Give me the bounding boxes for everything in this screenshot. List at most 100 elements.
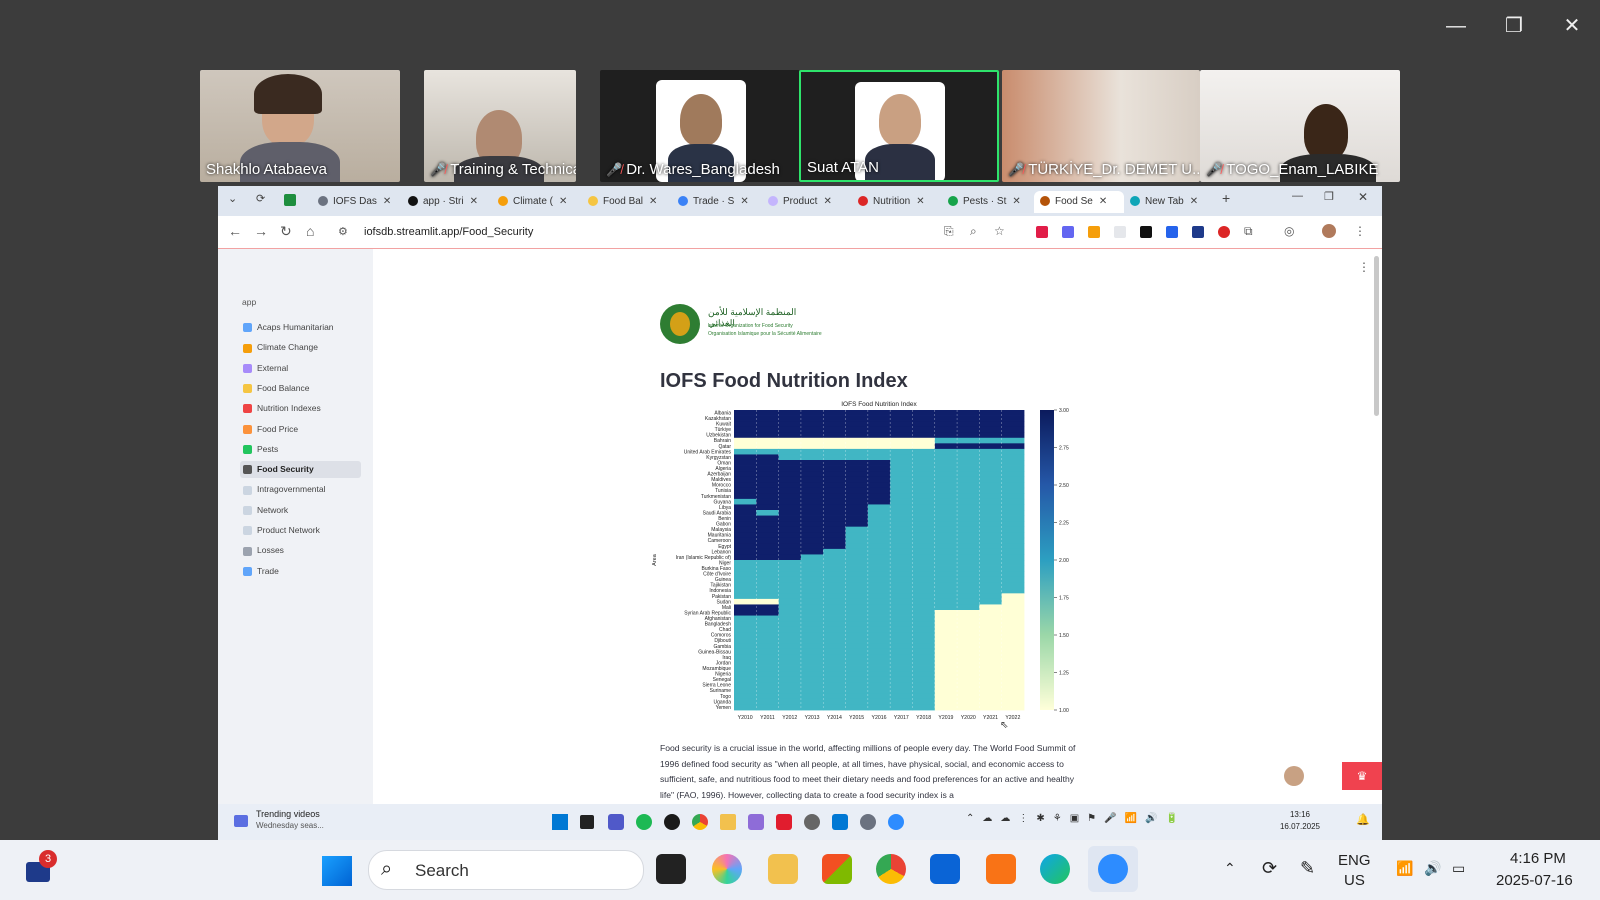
sidebar-item[interactable]: Intragovernmental <box>240 481 361 498</box>
remote-chrome-icon[interactable] <box>692 814 708 830</box>
zoom-icon[interactable]: ⌕ <box>970 224 977 239</box>
home-icon[interactable]: ⌂ <box>306 223 314 239</box>
remote-taskview-icon[interactable] <box>580 815 594 829</box>
remote-tray-icons[interactable]: ⌃☁☁⋮✱⚘▣⚑🎤📶🔊🔋 <box>966 813 1186 824</box>
outlook-icon[interactable] <box>930 854 960 884</box>
sync-status-icon[interactable]: ⟳ <box>1262 858 1277 879</box>
streamlit-crown-icon[interactable]: ♛ <box>1342 762 1382 790</box>
browser-tab[interactable]: Pests · St ✕ <box>942 191 1032 213</box>
news-widget-title[interactable]: Trending videos <box>256 809 320 819</box>
extension-icon[interactable] <box>1166 226 1178 238</box>
profile-avatar[interactable] <box>1322 224 1336 238</box>
volume-icon[interactable]: 🔊 <box>1424 860 1441 877</box>
participant-tile[interactable]: Shakhlo Atabaeva <box>200 70 400 182</box>
restore-icon[interactable]: ❐ <box>1496 12 1532 40</box>
sidebar-item[interactable]: Nutrition Indexes <box>240 400 361 417</box>
close-icon[interactable]: ✕ <box>1554 12 1590 40</box>
browser-tab[interactable]: New Tab ✕ <box>1124 191 1214 213</box>
browser-tab[interactable]: Nutrition ✕ <box>852 191 942 213</box>
sidebar-item[interactable]: Climate Change <box>240 339 361 356</box>
participant-tile[interactable]: 🎤̸ Dr. Wares_Bangladesh <box>600 70 800 182</box>
sync-icon[interactable]: ⟳ <box>256 192 265 205</box>
participant-tile-active[interactable]: Suat ATAN <box>799 70 999 182</box>
remote-clock-date[interactable]: 16.07.2025 <box>1276 822 1324 831</box>
language-code[interactable]: ENG <box>1338 852 1371 869</box>
sidebar-item[interactable]: Food Balance <box>240 380 361 397</box>
tab-list-chevron-icon[interactable]: ⌄ <box>228 192 237 205</box>
tab-close-icon[interactable]: ✕ <box>1099 196 1107 207</box>
url-input[interactable]: iofsdb.streamlit.app/Food_Security <box>364 226 533 238</box>
extension-icon[interactable] <box>1192 226 1204 238</box>
browser-tab[interactable]: IOFS Das ✕ <box>312 191 402 213</box>
browser-tab[interactable]: Climate (✕ <box>492 191 582 213</box>
page-scrollbar[interactable] <box>1374 256 1379 416</box>
browser-tab[interactable]: Food Bal ✕ <box>582 191 672 213</box>
new-tab-button[interactable]: + <box>1222 190 1230 206</box>
media-icon[interactable]: ◎ <box>1284 224 1294 238</box>
extension-icon[interactable] <box>1140 226 1152 238</box>
tab-close-icon[interactable]: ✕ <box>559 196 567 207</box>
participant-tile[interactable]: 🎤̸ TÜRKİYE_Dr. DEMET U... <box>1002 70 1200 182</box>
tab-close-icon[interactable]: ✕ <box>1012 196 1020 207</box>
edge-icon[interactable] <box>1040 854 1070 884</box>
remote-app-icon[interactable] <box>664 814 680 830</box>
forward-icon[interactable]: → <box>254 223 268 239</box>
tab-close-icon[interactable]: ✕ <box>740 196 748 207</box>
zoom-icon[interactable] <box>1098 854 1128 884</box>
sidebar-item[interactable]: Product Network <box>240 522 361 539</box>
minimize-icon[interactable]: — <box>1438 12 1474 40</box>
tab-close-icon[interactable]: ✕ <box>383 196 391 207</box>
tab-close-icon[interactable]: ✕ <box>470 196 478 207</box>
show-hidden-icons-icon[interactable]: ⌃ <box>1224 860 1236 877</box>
remote-notification-icon[interactable]: 🔔 <box>1356 813 1370 826</box>
browser-tab[interactable]: app · Stri ✕ <box>402 191 492 213</box>
browser-tab[interactable]: Product ✕ <box>762 191 852 213</box>
sidebar-item[interactable]: External <box>240 360 361 377</box>
remote-explorer-icon[interactable] <box>720 814 736 830</box>
start-icon[interactable] <box>322 856 352 886</box>
browser-menu-icon[interactable]: ⋮ <box>1354 224 1366 238</box>
site-settings-icon[interactable]: ⚙ <box>338 225 348 238</box>
tab-close-icon[interactable]: ✕ <box>1190 196 1198 207</box>
sheets-tab-icon[interactable] <box>284 194 296 206</box>
copilot-icon[interactable] <box>712 854 742 884</box>
tab-close-icon[interactable]: ✕ <box>649 196 657 207</box>
streamlit-user-avatar[interactable] <box>1284 766 1304 786</box>
pocket-extension-icon[interactable] <box>1036 226 1048 238</box>
tab-close-icon[interactable]: ✕ <box>916 196 924 207</box>
sidebar-item[interactable]: Acaps Humanitarian <box>240 319 361 336</box>
search-box[interactable]: ⌕ Search <box>368 850 644 890</box>
news-widget-icon[interactable] <box>234 815 248 827</box>
extension-icon[interactable] <box>1218 226 1230 238</box>
reload-icon[interactable]: ↻ <box>280 223 292 240</box>
remote-app-icon[interactable] <box>804 814 820 830</box>
browser-close-icon[interactable]: ✕ <box>1358 190 1368 204</box>
remote-app-icon[interactable] <box>748 814 764 830</box>
extension-icon[interactable] <box>1088 226 1100 238</box>
store-icon[interactable] <box>822 854 852 884</box>
sidebar-item[interactable]: Food Price <box>240 421 361 438</box>
remote-spotify-icon[interactable] <box>636 814 652 830</box>
battery-icon[interactable]: ▭ <box>1452 860 1465 877</box>
wifi-icon[interactable]: 📶 <box>1396 860 1413 877</box>
pdf-app-icon[interactable] <box>986 854 1016 884</box>
remote-wps-icon[interactable] <box>776 814 792 830</box>
browser-restore-icon[interactable]: ❐ <box>1324 190 1334 203</box>
remote-settings-icon[interactable] <box>860 814 876 830</box>
sidebar-item[interactable]: Trade <box>240 563 361 580</box>
browser-tab[interactable]: Trade · S ✕ <box>672 191 762 213</box>
remote-vscode-icon[interactable] <box>832 814 848 830</box>
bookmark-star-icon[interactable]: ☆ <box>994 224 1005 238</box>
extension-icon[interactable] <box>1114 226 1126 238</box>
file-explorer-icon[interactable] <box>768 854 798 884</box>
clock-time[interactable]: 4:16 PM <box>1510 850 1566 867</box>
tab-close-icon[interactable]: ✕ <box>823 196 831 207</box>
sidebar-item[interactable]: Losses <box>240 542 361 559</box>
language-region[interactable]: US <box>1344 872 1365 889</box>
remote-teams-icon[interactable] <box>608 814 624 830</box>
sidebar-item[interactable]: Pests <box>240 441 361 458</box>
pen-icon[interactable]: ✎ <box>1300 858 1315 879</box>
browser-tab[interactable]: Food Se ✕ <box>1034 191 1124 213</box>
participant-tile[interactable]: 🎤̸Training & Technical C... <box>424 70 576 182</box>
participant-tile[interactable]: 🎤̸ TOGO_Enam_LABIKE <box>1200 70 1400 182</box>
